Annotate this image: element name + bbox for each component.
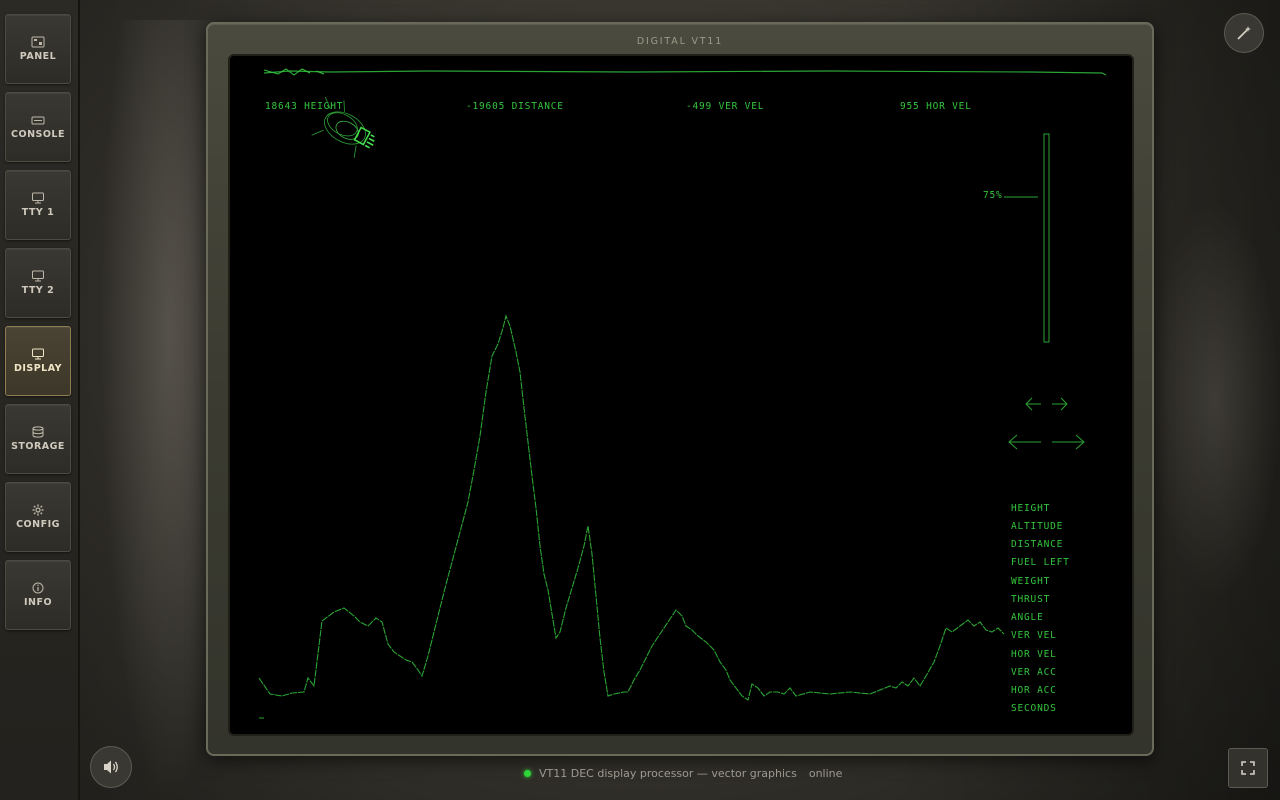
- menu-weight[interactable]: WEIGHT: [1011, 576, 1050, 587]
- top-boundary-line: [263, 70, 1107, 76]
- background-equipment: [1150, 200, 1280, 600]
- menu-height[interactable]: HEIGHT: [1011, 503, 1050, 514]
- console-icon: [31, 116, 45, 125]
- monitor-icon: [32, 270, 44, 282]
- nav-label: PANEL: [19, 51, 57, 62]
- nav-label: STORAGE: [11, 441, 65, 452]
- attitude-arrows: [1008, 397, 1085, 450]
- status-state: online: [808, 766, 843, 780]
- nav-label: CONFIG: [16, 519, 60, 530]
- nav-console-button[interactable]: CONSOLE: [5, 92, 71, 162]
- monitor-icon: [32, 348, 44, 360]
- nav-config-button[interactable]: CONFIG: [5, 482, 71, 552]
- fullscreen-icon: [1241, 761, 1255, 775]
- readout-height: 18643 HEIGHT: [265, 101, 343, 112]
- vt11-screen[interactable]: 18643 HEIGHT -19605 DISTANCE -499 VER VE…: [228, 54, 1134, 736]
- nav-label: CONSOLE: [11, 129, 65, 140]
- menu-distance[interactable]: DISTANCE: [1011, 539, 1063, 550]
- nav-label: TTY 1: [21, 207, 55, 218]
- sound-button[interactable]: [90, 746, 132, 788]
- nav-tty2-button[interactable]: TTY 2: [5, 248, 71, 318]
- nav-label: TTY 2: [21, 285, 55, 296]
- info-icon: [32, 582, 44, 594]
- rotate-right-small-icon[interactable]: [1052, 397, 1068, 411]
- readout-ver-vel: -499 VER VEL: [686, 101, 764, 112]
- rotate-right-large-icon[interactable]: [1052, 434, 1085, 450]
- fullscreen-button[interactable]: [1228, 748, 1268, 788]
- magic-wand-button[interactable]: [1224, 13, 1264, 53]
- readout-hor-vel: 955 HOR VEL: [900, 101, 972, 112]
- menu-thrust[interactable]: THRUST: [1011, 594, 1050, 605]
- menu-hor-vel[interactable]: HOR VEL: [1011, 649, 1057, 660]
- nav-tty1-button[interactable]: TTY 1: [5, 170, 71, 240]
- status-bar: VT11 DEC display processor — vector grap…: [524, 766, 842, 780]
- lunar-terrain: [258, 314, 1005, 701]
- readout-distance: -19605 DISTANCE: [466, 101, 564, 112]
- vector-display: 18643 HEIGHT -19605 DISTANCE -499 VER VE…: [258, 68, 1107, 719]
- menu-hor-acc[interactable]: HOR ACC: [1011, 685, 1057, 696]
- nav-storage-button[interactable]: STORAGE: [5, 404, 71, 474]
- nav-display-button[interactable]: DISPLAY: [5, 326, 71, 396]
- nav-panel-button[interactable]: PANEL: [5, 14, 71, 84]
- gear-icon: [32, 504, 44, 516]
- database-icon: [32, 426, 44, 438]
- magic-wand-icon: [1237, 26, 1251, 40]
- throttle-bar[interactable]: [1043, 133, 1050, 343]
- menu-seconds[interactable]: SECONDS: [1011, 703, 1057, 714]
- throttle-label: 75%: [983, 190, 1003, 201]
- vt11-monitor: DIGITAL VT11 18643 HEIGHT -19605 DISTANC…: [206, 22, 1154, 756]
- nav-info-button[interactable]: INFO: [5, 560, 71, 630]
- menu-fuel-left[interactable]: FUEL LEFT: [1011, 557, 1070, 568]
- speaker-icon: [104, 760, 118, 774]
- sidebar: PANEL CONSOLE TTY 1 TTY 2 DISPLAY STORAG…: [0, 0, 80, 800]
- status-text: VT11 DEC display processor — vector grap…: [539, 766, 797, 780]
- status-led: [524, 769, 531, 777]
- monitor-icon: [32, 192, 44, 204]
- panel-icon: [31, 36, 45, 48]
- nav-label: DISPLAY: [13, 363, 63, 374]
- menu-ver-acc[interactable]: VER ACC: [1011, 667, 1057, 678]
- menu-ver-vel[interactable]: VER VEL: [1011, 630, 1057, 641]
- monitor-title: DIGITAL VT11: [636, 36, 724, 47]
- menu-angle[interactable]: ANGLE: [1011, 612, 1044, 623]
- nav-label: INFO: [23, 597, 53, 608]
- rotate-left-large-icon[interactable]: [1008, 434, 1041, 450]
- menu-altitude[interactable]: ALTITUDE: [1011, 521, 1063, 532]
- rotate-left-small-icon[interactable]: [1025, 397, 1041, 411]
